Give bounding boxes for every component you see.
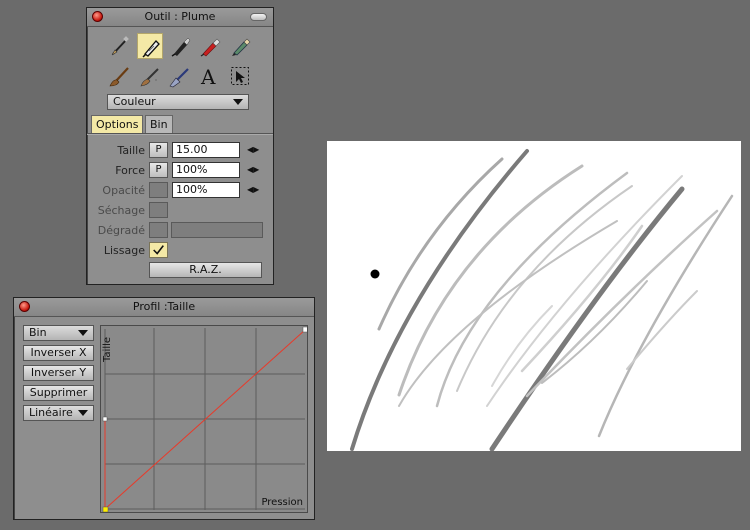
text-icon[interactable]: A <box>197 63 223 89</box>
color-mode-value: Couleur <box>113 95 156 108</box>
curve-handle-start[interactable] <box>102 506 109 512</box>
tab-options[interactable]: Options <box>91 115 144 133</box>
tab-options-label: Options <box>96 118 139 131</box>
close-button[interactable] <box>92 11 103 22</box>
curve-graph[interactable] <box>101 326 307 512</box>
canvas-stroke <box>350 149 529 451</box>
reset-button[interactable]: R.A.Z. <box>149 262 262 278</box>
interpolation-mode-value: Linéaire <box>29 406 73 419</box>
checkmark-icon <box>153 245 164 255</box>
lissage-checkbox[interactable] <box>149 242 168 258</box>
profile-window-titlebar[interactable]: Profil :Taille <box>14 298 314 317</box>
brush-cursor <box>370 269 380 279</box>
tab-bin[interactable]: Bin <box>145 115 173 133</box>
opacite-label: Opacité <box>102 184 145 197</box>
interpolation-mode-select[interactable]: Linéaire <box>23 405 94 421</box>
tool-window-titlebar[interactable]: Outil : Plume <box>87 8 273 27</box>
force-label: Force <box>115 164 145 177</box>
invert-x-button[interactable]: Inverser X <box>23 345 94 361</box>
curve-editor[interactable]: Taille Pression <box>100 325 308 513</box>
canvas-stroke <box>489 186 685 452</box>
taille-label: Taille <box>117 144 145 157</box>
canvas-stroke <box>597 194 734 438</box>
curve-handle-mid[interactable] <box>102 416 108 422</box>
degrade-label: Dégradé <box>97 224 145 237</box>
pencil-icon[interactable] <box>227 33 253 59</box>
sechage-label: Séchage <box>97 204 145 217</box>
opacite-input[interactable]: 100% <box>172 182 240 198</box>
force-input[interactable]: 100% <box>172 162 240 178</box>
tab-bin-label: Bin <box>150 118 168 131</box>
bin-select-value: Bin <box>29 326 47 339</box>
lissage-label: Lissage <box>103 244 145 257</box>
delete-button[interactable]: Supprimer <box>23 385 94 401</box>
profile-window: Profil :Taille Bin Inverser X Inverser Y… <box>13 297 315 520</box>
chevron-down-icon <box>78 410 88 416</box>
color-mode-select[interactable]: Couleur <box>107 94 249 110</box>
brush-icon[interactable] <box>107 33 133 59</box>
taille-pressure-toggle[interactable]: P <box>149 142 168 158</box>
sechage-toggle[interactable] <box>149 202 168 218</box>
text-tool-glyph: A <box>200 65 216 89</box>
drawing-canvas[interactable] <box>327 141 741 452</box>
ink-pen-icon[interactable] <box>167 33 193 59</box>
marker-icon[interactable] <box>197 33 223 59</box>
opacite-pressure-toggle[interactable] <box>149 182 168 198</box>
curve-handle-end[interactable] <box>302 326 307 333</box>
y-axis-label: Taille <box>102 336 114 363</box>
taille-stepper-icon[interactable]: ◀▶ <box>247 145 259 155</box>
tool-window-title: Outil : Plume <box>144 10 216 23</box>
tab-divider <box>87 133 273 135</box>
degrade-gradient-field[interactable] <box>171 222 263 238</box>
chevron-down-icon <box>233 99 243 105</box>
x-axis-label: Pression <box>261 497 303 508</box>
collapse-button[interactable] <box>250 13 267 21</box>
airbrush-icon[interactable] <box>137 63 163 89</box>
canvas-strokes <box>350 149 734 452</box>
close-button[interactable] <box>19 301 30 312</box>
force-pressure-toggle[interactable]: P <box>149 162 168 178</box>
degrade-toggle[interactable] <box>149 222 168 238</box>
selection-arrow-icon[interactable] <box>227 63 253 89</box>
flat-brush-icon[interactable] <box>167 63 193 89</box>
pen-icon[interactable] <box>137 33 163 59</box>
canvas-stroke <box>626 290 698 370</box>
tool-window: Outil : Plume A Couleur Options Bin Tail… <box>86 7 274 285</box>
force-stepper-icon[interactable]: ◀▶ <box>247 165 259 175</box>
taille-input[interactable]: 15.00 <box>172 142 240 158</box>
wide-brush-icon[interactable] <box>107 63 133 89</box>
bin-select[interactable]: Bin <box>23 325 94 341</box>
opacite-stepper-icon[interactable]: ◀▶ <box>247 185 259 195</box>
invert-y-button[interactable]: Inverser Y <box>23 365 94 381</box>
profile-window-title: Profil :Taille <box>132 300 196 313</box>
chevron-down-icon <box>78 330 88 336</box>
